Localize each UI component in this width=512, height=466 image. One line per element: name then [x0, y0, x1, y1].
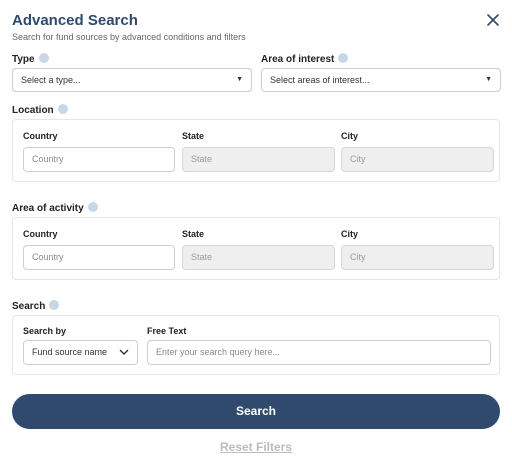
type-select[interactable]: Select a type... ▼: [12, 68, 252, 92]
activity-country-input[interactable]: Country: [23, 245, 175, 270]
type-select-value: Select a type...: [21, 75, 81, 85]
location-city-label: City: [341, 131, 359, 141]
reset-filters-link[interactable]: Reset Filters: [0, 440, 512, 454]
info-icon[interactable]: [87, 202, 98, 212]
location-state-input[interactable]: State: [182, 147, 335, 172]
caret-down-icon: ▼: [236, 76, 243, 83]
search-by-label: Search by: [23, 326, 67, 336]
free-text-label: Free Text: [147, 326, 187, 336]
search-by-select[interactable]: Fund source name: [23, 340, 138, 365]
info-icon[interactable]: [49, 300, 60, 310]
info-icon[interactable]: [338, 53, 349, 63]
caret-down-icon: ▼: [485, 76, 492, 83]
activity-city-label: City: [341, 229, 359, 239]
location-city-input[interactable]: City: [341, 147, 494, 172]
location-panel: Country Country State State City City: [12, 119, 500, 182]
location-country-label: Country: [23, 131, 58, 141]
location-country-input[interactable]: Country: [23, 147, 175, 172]
area-of-interest-label: Area of interest: [261, 54, 335, 65]
location-label: Location: [12, 105, 54, 116]
search-button[interactable]: Search: [12, 394, 500, 429]
close-icon[interactable]: [485, 12, 501, 28]
location-state-label: State: [182, 131, 205, 141]
search-panel: Search by Fund source name Free Text Ent…: [12, 315, 500, 375]
activity-state-input[interactable]: State: [182, 245, 335, 270]
area-of-activity-panel: Country Country State State City City: [12, 217, 500, 280]
free-text-input[interactable]: Enter your search query here...: [147, 340, 491, 365]
area-of-activity-label: Area of activity: [12, 203, 84, 214]
page-subtitle: Search for fund sources by advanced cond…: [12, 32, 246, 42]
area-of-interest-label-group: Area of interest: [261, 53, 349, 65]
activity-country-label: Country: [23, 229, 58, 239]
chevron-down-icon: [119, 349, 129, 355]
activity-city-input[interactable]: City: [341, 245, 494, 270]
activity-state-label: State: [182, 229, 205, 239]
area-of-interest-select[interactable]: Select areas of interest... ▼: [261, 68, 501, 92]
search-label: Search: [12, 301, 46, 312]
search-label-group: Search: [12, 300, 60, 312]
info-icon[interactable]: [57, 104, 68, 114]
type-label-group: Type: [12, 53, 49, 65]
info-icon[interactable]: [38, 53, 49, 63]
page-title: Advanced Search: [12, 12, 138, 29]
area-of-activity-label-group: Area of activity: [12, 202, 98, 214]
type-label: Type: [12, 54, 35, 65]
location-label-group: Location: [12, 104, 68, 116]
search-by-value: Fund source name: [32, 347, 108, 357]
area-of-interest-select-value: Select areas of interest...: [270, 75, 370, 85]
